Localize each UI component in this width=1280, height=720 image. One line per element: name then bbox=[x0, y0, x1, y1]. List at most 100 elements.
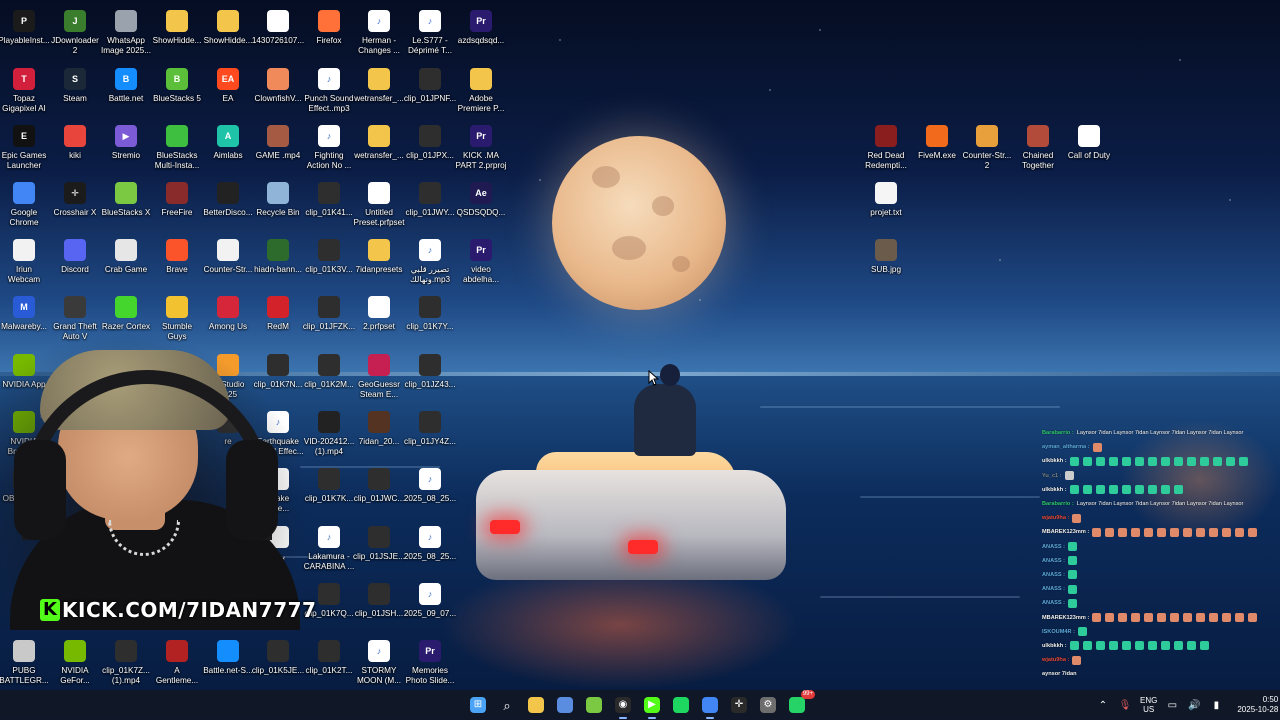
desktop-icon[interactable]: A Aimlabs bbox=[200, 119, 256, 175]
chat-emote-icon bbox=[1108, 485, 1118, 495]
desktop-icon[interactable]: Untitled Preset.prfpset bbox=[351, 176, 407, 232]
stumble-guys-icon bbox=[166, 296, 188, 318]
desktop-icon[interactable]: B BlueStacks 5 bbox=[149, 62, 205, 118]
desktop-icon[interactable]: hiadn-bann... bbox=[250, 233, 306, 289]
kick-button[interactable]: ▶ bbox=[640, 693, 664, 719]
network-icon[interactable]: ▭ bbox=[1165, 698, 1179, 712]
desktop-icon[interactable]: Pr video abdelha... bbox=[453, 233, 509, 289]
desktop-icon[interactable]: SUB.jpg bbox=[858, 233, 914, 289]
chat-emote-icon bbox=[1092, 527, 1102, 537]
volume-icon[interactable]: 🔊 bbox=[1187, 698, 1201, 712]
desktop-icon[interactable]: Counter-Str... bbox=[200, 233, 256, 289]
desktop-icon[interactable]: ♪ Le.S777 - Déprimé T... bbox=[402, 4, 458, 60]
language-indicator[interactable]: ENG US bbox=[1140, 696, 1157, 714]
desktop-icon[interactable]: E Epic Games Launcher bbox=[0, 119, 52, 175]
spotify-button[interactable] bbox=[669, 693, 693, 717]
desktop-icon[interactable]: ♪ Fighting Action No ... bbox=[301, 119, 357, 175]
microphone-icon[interactable]: 🎙 bbox=[1118, 698, 1132, 712]
desktop-icon[interactable]: clip_01JSJE... bbox=[351, 520, 407, 576]
desktop-icon[interactable]: ♪ تصيرر قلبي وتهالك.mp3 bbox=[402, 233, 458, 289]
desktop-icon[interactable]: BetterDisco... bbox=[200, 176, 256, 232]
audio-file-icon: ♪ bbox=[318, 125, 340, 147]
desktop-icon[interactable]: clip_01JPNF... bbox=[402, 62, 458, 118]
desktop-icon[interactable]: wetransfer_... bbox=[351, 62, 407, 118]
desktop-icon[interactable]: A Gentleme... bbox=[149, 634, 205, 690]
desktop-icon[interactable]: Crab Game bbox=[98, 233, 154, 289]
desktop-icon[interactable]: 2.prfpset bbox=[351, 290, 407, 346]
whatsapp-button[interactable]: 99+ bbox=[785, 690, 815, 717]
desktop-icon[interactable]: clip_01JWC... bbox=[351, 462, 407, 518]
desktop-icon[interactable]: Chained Together bbox=[1010, 119, 1066, 175]
desktop-icon[interactable]: clip_01JPX... bbox=[402, 119, 458, 175]
desktop-icon[interactable]: J JDownloader 2 bbox=[47, 4, 103, 60]
desktop-icon[interactable]: 7idanpresets bbox=[351, 233, 407, 289]
counter-strike-icon bbox=[217, 239, 239, 261]
desktop-icon[interactable]: GAME .mp4 bbox=[250, 119, 306, 175]
desktop-icon[interactable]: NVIDIA GeFor... bbox=[47, 634, 103, 690]
desktop-icon[interactable]: ShowHidde... bbox=[149, 4, 205, 60]
desktop-icon[interactable]: Recycle Bin bbox=[250, 176, 306, 232]
desktop-icon[interactable]: ♪ Herman - Changes ... bbox=[351, 4, 407, 60]
desktop-icon[interactable]: WhatsApp Image 2025... bbox=[98, 4, 154, 60]
desktop-icon[interactable]: B Battle.net bbox=[98, 62, 154, 118]
settings-button[interactable]: ⚙ bbox=[756, 693, 780, 717]
desktop-icon[interactable]: 1430726107... bbox=[250, 4, 306, 60]
desktop-icon[interactable]: Call of Duty bbox=[1061, 119, 1117, 175]
desktop-icon[interactable]: clip_01JWY... bbox=[402, 176, 458, 232]
desktop-icon[interactable]: EA EA bbox=[200, 62, 256, 118]
video-file-icon bbox=[419, 296, 441, 318]
desktop-icon[interactable]: ♪ 2025_08_25... bbox=[402, 520, 458, 576]
desktop-icon[interactable]: FreeFire bbox=[149, 176, 205, 232]
image-file-icon bbox=[267, 239, 289, 261]
chrome-button[interactable] bbox=[698, 693, 722, 719]
desktop-icon[interactable]: Battle.net-S... bbox=[200, 634, 256, 690]
desktop-icon[interactable]: projet.txt bbox=[858, 176, 914, 232]
desktop-icon[interactable]: Google Chrome bbox=[0, 176, 52, 232]
desktop-icon[interactable]: Iriun Webcam bbox=[0, 233, 52, 289]
desktop-icon[interactable]: clip_01JZ43... bbox=[402, 348, 458, 404]
desktop-icon[interactable]: Pr azdsqdsqd... bbox=[453, 4, 509, 60]
battery-icon[interactable]: ▮ bbox=[1209, 698, 1223, 712]
desktop-icon[interactable]: Counter-Str... 2 bbox=[959, 119, 1015, 175]
bluestacks-button[interactable] bbox=[582, 693, 606, 717]
desktop-icon[interactable]: clip_01K7Y... bbox=[402, 290, 458, 346]
file-explorer-button[interactable] bbox=[524, 693, 548, 717]
desktop-icon[interactable]: ClownfishV... bbox=[250, 62, 306, 118]
desktop-icon[interactable]: S Steam bbox=[47, 62, 103, 118]
language-code: ENG bbox=[1140, 696, 1158, 705]
desktop-icon[interactable]: clip_01K7Z... (1).mp4 bbox=[98, 634, 154, 690]
desktop-icon[interactable]: Pr Memories Photo Slide... bbox=[402, 634, 458, 690]
clock[interactable]: 0:50 2025-10-28 bbox=[1237, 695, 1278, 715]
desktop-icon[interactable]: clip_01JY4Z... bbox=[402, 405, 458, 461]
desktop-icon[interactable]: ShowHidde... bbox=[200, 4, 256, 60]
desktop-icon[interactable]: Ae QSDSQDQ... bbox=[453, 176, 509, 232]
desktop-icon[interactable]: 7idan_20... bbox=[351, 405, 407, 461]
desktop-icon[interactable]: ▶ Stremio bbox=[98, 119, 154, 175]
desktop-icon[interactable]: clip_01JSH... bbox=[351, 577, 407, 633]
desktop-icon[interactable]: clip_01K3V... bbox=[301, 233, 357, 289]
desktop-icon[interactable]: ♪ 2025_09_07... bbox=[402, 577, 458, 633]
start-button[interactable]: ⊞ bbox=[466, 693, 490, 717]
desktop-icon[interactable]: ✛ Crosshair X bbox=[47, 176, 103, 232]
desktop-icon[interactable]: GeoGuessr Steam E... bbox=[351, 348, 407, 404]
chevron-up-icon[interactable]: ⌃ bbox=[1096, 698, 1110, 712]
desktop-icon[interactable]: Adobe Premiere P... bbox=[453, 62, 509, 118]
desktop-icon[interactable]: BlueStacks Multi-Insta... bbox=[149, 119, 205, 175]
desktop-icon[interactable]: Brave bbox=[149, 233, 205, 289]
desktop-icon[interactable]: clip_01K5JE... bbox=[250, 634, 306, 690]
desktop-icon[interactable]: BlueStacks X bbox=[98, 176, 154, 232]
desktop-icon[interactable]: Discord bbox=[47, 233, 103, 289]
desktop-icon[interactable]: wetransfer_... bbox=[351, 119, 407, 175]
desktop-icon[interactable]: ♪ Punch Sound Effect..mp3 bbox=[301, 62, 357, 118]
desktop-icon[interactable]: kiki bbox=[47, 119, 103, 175]
desktop-icon[interactable]: ♪ 2025_08_25... bbox=[402, 462, 458, 518]
search-button[interactable]: ⌕ bbox=[495, 693, 519, 717]
desktop-icon[interactable]: Red Dead Redempti... bbox=[858, 119, 914, 175]
desktop-icon[interactable]: ♪ STORMY MOON (M... bbox=[351, 634, 407, 690]
obs-button[interactable]: ◉ bbox=[611, 693, 635, 719]
crosshair-button[interactable]: ✛ bbox=[727, 693, 751, 717]
chat-emote-icon bbox=[1068, 584, 1077, 594]
store-button[interactable] bbox=[553, 693, 577, 717]
desktop-icon[interactable]: Pr KICK .MA PART 2.prproj bbox=[453, 119, 509, 175]
desktop-icon[interactable]: T Topaz Gigapixel AI bbox=[0, 62, 52, 118]
